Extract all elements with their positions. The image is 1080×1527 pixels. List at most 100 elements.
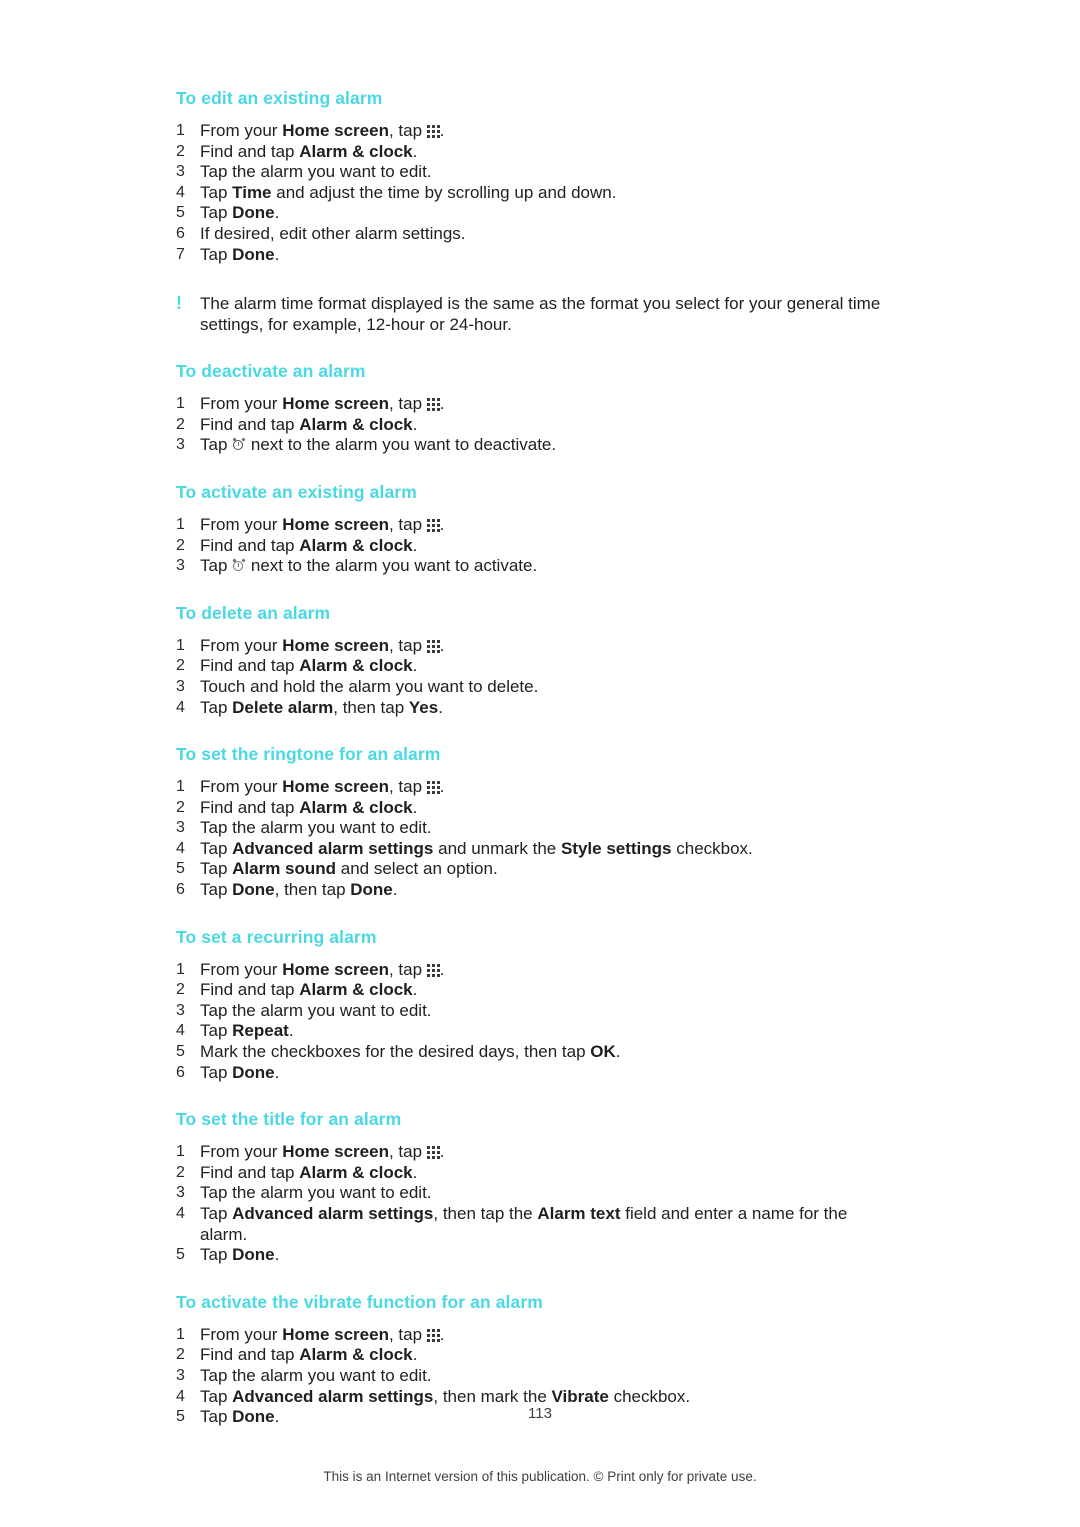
step-number: 3 bbox=[176, 557, 185, 575]
step-text: Touch and hold the alarm you want to del… bbox=[200, 676, 539, 696]
step-item: 7 Tap Done. bbox=[176, 245, 892, 266]
step-item: 2 Find and tap Alarm & clock. bbox=[176, 1163, 892, 1184]
step-item: 1 From your Home screen, tap . bbox=[176, 1142, 892, 1163]
step-text: Tap Alarm sound and select an option. bbox=[200, 859, 498, 879]
step-text: Find and tap Alarm & clock. bbox=[200, 1345, 418, 1365]
page-footer: This is an Internet version of this publ… bbox=[323, 1469, 757, 1484]
procedure-section: To edit an existing alarm 1 From your Home… bbox=[176, 88, 892, 335]
step-text: Tap the alarm you want to edit. bbox=[200, 1183, 432, 1203]
step-number: 1 bbox=[176, 1143, 185, 1161]
document-page: To edit an existing alarm 1 From your Home… bbox=[0, 0, 1080, 1527]
step-item: 3 Tap the alarm you want to edit. bbox=[176, 818, 892, 839]
step-item: 4 Tap Repeat. bbox=[176, 1021, 892, 1042]
step-text: Find and tap Alarm & clock. bbox=[200, 980, 418, 1000]
step-text: From your Home screen, tap . bbox=[200, 635, 445, 655]
step-number: 3 bbox=[176, 1184, 185, 1202]
step-number: 2 bbox=[176, 981, 185, 999]
step-number: 5 bbox=[176, 860, 185, 878]
step-item: 2 Find and tap Alarm & clock. bbox=[176, 1345, 892, 1366]
step-item: 3 Touch and hold the alarm you want to de… bbox=[176, 677, 892, 698]
step-text: Tap the alarm you want to edit. bbox=[200, 818, 432, 838]
section-title: To activate an existing alarm bbox=[176, 481, 417, 502]
app-grid-icon bbox=[426, 398, 440, 412]
step-number: 2 bbox=[176, 657, 185, 675]
step-list: 1 From your Home screen, tap . 2 Find and t… bbox=[176, 960, 892, 1084]
page-number: 113 bbox=[528, 1405, 552, 1422]
step-number: 1 bbox=[176, 960, 185, 978]
procedure-section: To deactivate an alarm 1 From your Home sc… bbox=[176, 361, 892, 456]
step-number: 6 bbox=[176, 224, 185, 242]
step-item: 3 Tap the alarm you want to edit. bbox=[176, 162, 892, 183]
exclamation-icon: ! bbox=[176, 293, 182, 314]
step-text: From your Home screen, tap . bbox=[200, 121, 445, 140]
step-item: 2 Find and tap Alarm & clock. bbox=[176, 798, 892, 819]
step-text: Find and tap Alarm & clock. bbox=[200, 141, 418, 161]
procedure-section: To set the title for an alarm 1 From your … bbox=[176, 1109, 892, 1266]
step-text: Mark the checkboxes for the desired days… bbox=[200, 1042, 621, 1062]
step-text: Tap Time and adjust the time by scrollin… bbox=[200, 182, 617, 202]
step-number: 6 bbox=[176, 881, 185, 899]
step-text: Tap Done, then tap Done. bbox=[200, 880, 398, 900]
step-number: 4 bbox=[176, 839, 185, 857]
step-text: Find and tap Alarm & clock. bbox=[200, 656, 418, 676]
step-item: 5 Tap Done. bbox=[176, 1245, 892, 1266]
step-text: Tap Done. bbox=[200, 203, 280, 223]
app-grid-icon bbox=[426, 1328, 440, 1342]
section-title: To activate the vibrate function for an … bbox=[176, 1291, 543, 1312]
step-item: 6 Tap Done. bbox=[176, 1063, 892, 1084]
section-title: To deactivate an alarm bbox=[176, 361, 366, 382]
step-item: 1 From your Home screen, tap . bbox=[176, 1325, 892, 1346]
step-list: 1 From your Home screen, tap . 2 Find and t… bbox=[176, 777, 892, 901]
step-number: 3 bbox=[176, 819, 185, 837]
step-item: 3 Tap the alarm you want to edit. bbox=[176, 1001, 892, 1022]
step-text: From your Home screen, tap . bbox=[200, 959, 445, 979]
step-text: Tap the alarm you want to edit. bbox=[200, 1000, 432, 1020]
step-number: 6 bbox=[176, 1063, 185, 1081]
step-text: If desired, edit other alarm settings. bbox=[200, 223, 466, 243]
section-title: To set the title for an alarm bbox=[176, 1109, 402, 1130]
step-text: Tap Done. bbox=[200, 244, 280, 264]
step-number: 3 bbox=[176, 1001, 185, 1019]
step-list: 1 From your Home screen, tap . 2 Find and t… bbox=[176, 121, 892, 265]
step-number: 3 bbox=[176, 1366, 185, 1384]
step-item: 3 Tap the alarm you want to edit. bbox=[176, 1366, 892, 1387]
step-text: Tap the alarm you want to edit. bbox=[200, 1365, 432, 1385]
step-item: 2 Find and tap Alarm & clock. bbox=[176, 536, 892, 557]
procedure-section: To set the ringtone for an alarm 1 From yo… bbox=[176, 744, 892, 901]
step-item: 4 Tap Advanced alarm settings, then tap t… bbox=[176, 1204, 892, 1245]
step-number: 1 bbox=[176, 636, 185, 654]
step-number: 1 bbox=[176, 515, 185, 533]
step-item: 6 If desired, edit other alarm settings. bbox=[176, 224, 892, 245]
step-item: 4 Tap Delete alarm, then tap Yes. bbox=[176, 698, 892, 719]
step-item: 1 From your Home screen, tap . bbox=[176, 121, 892, 142]
app-grid-icon bbox=[426, 125, 440, 138]
step-item: 6 Tap Done, then tap Done. bbox=[176, 880, 892, 901]
step-text: Find and tap Alarm & clock. bbox=[200, 797, 418, 817]
step-number: 1 bbox=[176, 1325, 185, 1343]
step-item: 3 Tap next to the alarm you want to activ… bbox=[176, 556, 892, 577]
step-text: Tap Delete alarm, then tap Yes. bbox=[200, 697, 443, 717]
procedure-section: To delete an alarm 1 From your Home screen… bbox=[176, 603, 892, 718]
alarm-clock-icon-on bbox=[232, 437, 246, 452]
step-list: 1 From your Home screen, tap . 2 Find and t… bbox=[176, 515, 892, 577]
step-item: 3 Tap the alarm you want to edit. bbox=[176, 1183, 892, 1204]
step-number: 2 bbox=[176, 798, 185, 816]
step-number: 2 bbox=[176, 142, 185, 160]
step-number: 2 bbox=[176, 415, 185, 433]
app-grid-icon bbox=[426, 518, 440, 532]
step-item: 1 From your Home screen, tap . bbox=[176, 515, 892, 536]
step-number: 3 bbox=[176, 677, 185, 695]
step-number: 2 bbox=[176, 1163, 185, 1181]
alarm-clock-icon-off bbox=[232, 558, 246, 573]
step-item: 1 From your Home screen, tap . bbox=[176, 960, 892, 981]
step-text: Tap next to the alarm you want to deacti… bbox=[200, 435, 557, 455]
step-list: 1 From your Home screen, tap . 2 Find and t… bbox=[176, 1142, 892, 1266]
procedure-section: To set a recurring alarm 1 From your Home … bbox=[176, 927, 892, 1084]
app-grid-icon bbox=[426, 1146, 440, 1160]
step-item: 2 Find and tap Alarm & clock. bbox=[176, 980, 892, 1001]
step-item: 2 Find and tap Alarm & clock. bbox=[176, 656, 892, 677]
step-number: 1 bbox=[176, 778, 185, 796]
step-list: 1 From your Home screen, tap . 2 Find and t… bbox=[176, 394, 892, 456]
step-item: 5 Tap Done. bbox=[176, 203, 892, 224]
note-callout: ! The alarm time format displayed is the … bbox=[176, 293, 892, 335]
